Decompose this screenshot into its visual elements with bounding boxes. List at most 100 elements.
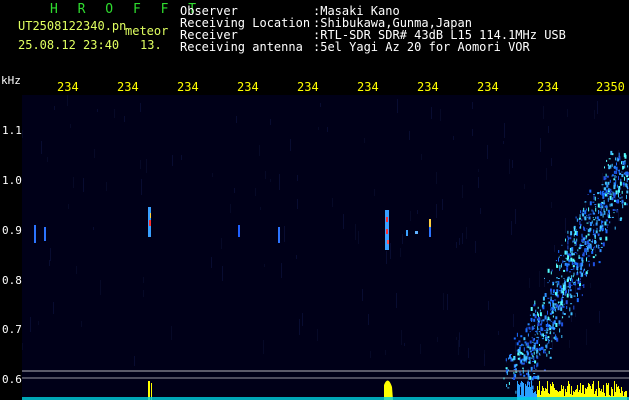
trail-pixel bbox=[563, 303, 565, 305]
trail-pixel bbox=[550, 291, 552, 295]
trail-pixel bbox=[607, 197, 609, 202]
trail-pixel bbox=[604, 166, 605, 169]
noise-streak bbox=[440, 109, 441, 121]
trail-pixel bbox=[527, 333, 529, 337]
trail-pixel bbox=[556, 277, 558, 279]
trail-pixel bbox=[593, 224, 595, 226]
trail-pixel bbox=[613, 178, 616, 181]
trail-pixel bbox=[616, 157, 618, 162]
trail-pixel bbox=[581, 233, 583, 237]
trail-pixel bbox=[614, 226, 616, 230]
trail-pixel bbox=[554, 299, 557, 301]
trail-pixel bbox=[577, 249, 579, 252]
noise-streak bbox=[478, 177, 479, 188]
trail-pixel bbox=[549, 356, 552, 359]
trail-pixel bbox=[595, 230, 598, 234]
trail-pixel bbox=[579, 226, 581, 229]
trail-pixel bbox=[513, 377, 516, 380]
trail-pixel bbox=[536, 349, 538, 354]
trail-pixel bbox=[544, 329, 546, 331]
trail-pixel bbox=[615, 199, 618, 203]
trail-pixel bbox=[613, 212, 615, 214]
trail-pixel bbox=[552, 293, 555, 295]
trail-pixel bbox=[570, 231, 573, 236]
trail-pixel bbox=[620, 194, 622, 196]
trail-pixel bbox=[576, 279, 579, 281]
noise-streak bbox=[106, 182, 107, 191]
trail-pixel bbox=[555, 323, 558, 327]
trail-pixel bbox=[619, 201, 621, 202]
trail-pixel bbox=[533, 328, 535, 329]
trail-pixel bbox=[578, 266, 579, 268]
trail-pixel bbox=[578, 217, 581, 220]
trail-pixel bbox=[530, 357, 533, 359]
trail-pixel bbox=[593, 194, 595, 196]
trail-pixel bbox=[621, 196, 623, 199]
trail-pixel bbox=[546, 318, 548, 322]
trail-pixel bbox=[588, 221, 590, 223]
noise-streak bbox=[421, 154, 422, 160]
trail-pixel bbox=[555, 303, 557, 307]
trail-pixel bbox=[569, 293, 571, 297]
trail-pixel bbox=[552, 281, 555, 284]
trail-pixel bbox=[540, 323, 542, 326]
noise-streak bbox=[488, 301, 489, 310]
trail-pixel bbox=[546, 343, 548, 345]
trail-pixel bbox=[526, 372, 528, 375]
trail-pixel bbox=[542, 319, 545, 322]
trail-pixel bbox=[591, 209, 593, 212]
trail-pixel bbox=[559, 268, 561, 271]
trail-pixel bbox=[546, 353, 548, 357]
noise-streak bbox=[409, 131, 410, 140]
noise-streak bbox=[140, 103, 141, 112]
khz-unit-label: kHz bbox=[1, 74, 21, 87]
noise-streak bbox=[565, 218, 566, 233]
noise-streak bbox=[70, 124, 71, 128]
trail-pixel bbox=[615, 166, 618, 171]
trail-pixel bbox=[565, 238, 566, 242]
freq-tick-0.8: 0.8 bbox=[2, 274, 22, 287]
trail-pixel bbox=[570, 275, 572, 280]
trail-pixel bbox=[525, 359, 527, 363]
trail-pixel bbox=[587, 255, 590, 257]
trail-pixel bbox=[532, 326, 535, 328]
trail-pixel bbox=[620, 188, 622, 190]
trail-pixel bbox=[612, 197, 614, 201]
time-tick-1: 234 bbox=[117, 80, 139, 94]
noise-streak bbox=[401, 330, 402, 345]
trail-pixel bbox=[584, 230, 586, 231]
noise-streak bbox=[236, 116, 237, 123]
trail-pixel bbox=[569, 307, 571, 312]
trail-pixel bbox=[523, 337, 526, 341]
trail-pixel bbox=[567, 230, 569, 234]
trail-pixel bbox=[537, 375, 540, 380]
trail-pixel bbox=[506, 371, 508, 375]
noise-streak bbox=[602, 173, 603, 189]
trail-pixel bbox=[607, 213, 609, 218]
noise-streak bbox=[431, 107, 432, 119]
trail-pixel bbox=[559, 254, 562, 256]
noise-streak bbox=[436, 204, 437, 218]
trail-pixel bbox=[575, 292, 578, 294]
trail-pixel bbox=[587, 233, 590, 236]
noise-streak bbox=[548, 126, 549, 133]
trail-pixel bbox=[595, 216, 597, 219]
trail-pixel bbox=[545, 337, 548, 340]
trail-pixel bbox=[606, 175, 609, 178]
trail-pixel bbox=[547, 322, 549, 326]
trail-pixel bbox=[587, 260, 590, 262]
trail-pixel bbox=[593, 229, 595, 234]
trail-pixel bbox=[577, 268, 579, 271]
time-tick-0: 234 bbox=[57, 80, 79, 94]
trail-pixel bbox=[587, 216, 589, 218]
trail-pixel bbox=[577, 287, 580, 290]
trail-pixel bbox=[551, 300, 554, 303]
trail-pixel bbox=[522, 367, 524, 369]
trail-pixel bbox=[611, 174, 614, 177]
noise-streak bbox=[255, 188, 256, 196]
noise-streak bbox=[143, 290, 144, 297]
trail-pixel bbox=[523, 362, 525, 365]
trail-pixel bbox=[613, 193, 616, 197]
trail-pixel bbox=[586, 246, 588, 250]
trail-pixel bbox=[618, 186, 621, 188]
